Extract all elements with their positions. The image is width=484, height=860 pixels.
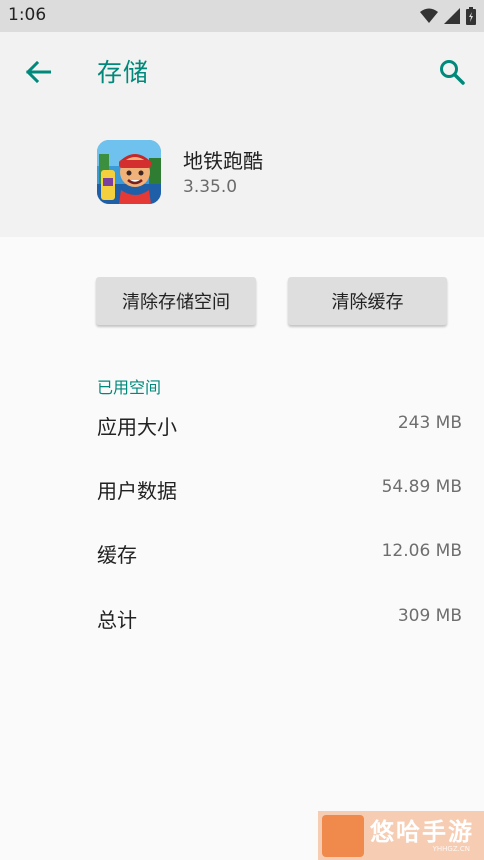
storage-row-value: 12.06 MB	[381, 541, 462, 561]
status-bar: 1:06	[0, 0, 484, 32]
storage-row-value: 54.89 MB	[381, 477, 462, 497]
watermark-subtext: YHHGZ.CN	[432, 844, 470, 853]
status-icons	[420, 7, 476, 25]
search-button[interactable]	[430, 52, 474, 92]
app-icon	[97, 140, 161, 204]
storage-row-app-size: 应用大小 243 MB	[0, 403, 484, 443]
battery-icon	[466, 7, 476, 25]
app-name: 地铁跑酷	[183, 149, 263, 173]
watermark: 悠哈手游 YHHGZ.CN	[318, 811, 484, 860]
watermark-logo	[322, 814, 364, 857]
storage-row-label: 总计	[97, 608, 137, 632]
storage-row-label: 应用大小	[97, 415, 177, 439]
watermark-text: 悠哈手游	[370, 817, 474, 846]
page-title: 存储	[97, 58, 150, 87]
storage-row-user-data: 用户数据 54.89 MB	[0, 467, 484, 507]
storage-row-value: 243 MB	[397, 413, 462, 433]
section-title-used-space: 已用空间	[97, 378, 162, 397]
storage-row-total: 总计 309 MB	[0, 596, 484, 636]
back-arrow-icon	[25, 61, 51, 83]
status-time: 1:06	[8, 5, 47, 25]
storage-row-label: 用户数据	[97, 479, 177, 503]
app-version: 3.35.0	[183, 177, 238, 197]
storage-row-cache: 缓存 12.06 MB	[0, 531, 484, 571]
clear-cache-button[interactable]: 清除缓存	[288, 277, 447, 325]
storage-row-label: 缓存	[97, 543, 137, 567]
header: 存储 地铁跑酷 3.35.0	[0, 32, 484, 237]
back-button[interactable]	[14, 54, 62, 90]
storage-row-value: 309 MB	[397, 606, 462, 626]
cellular-icon	[444, 8, 460, 24]
clear-storage-button[interactable]: 清除存储空间	[96, 277, 256, 325]
wifi-icon	[420, 8, 438, 23]
search-icon	[440, 60, 465, 85]
